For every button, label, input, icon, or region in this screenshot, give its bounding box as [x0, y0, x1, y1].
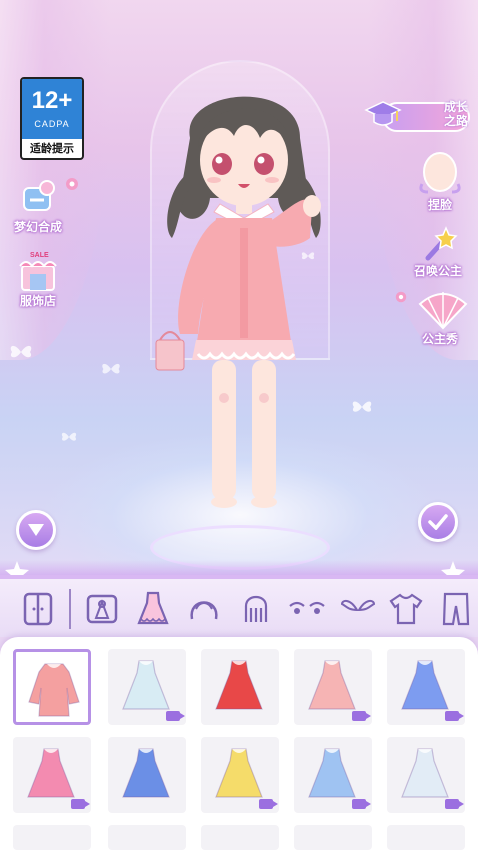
video-ad-icon	[259, 799, 278, 809]
dream-merge-icon	[14, 178, 62, 218]
girl-character	[155, 96, 321, 508]
video-ad-icon	[445, 711, 464, 721]
wardrobe-icon	[23, 592, 53, 626]
pants-icon	[442, 592, 470, 626]
dress-icon	[308, 660, 356, 710]
butterfly-icon	[10, 345, 32, 358]
triangle-down-icon	[28, 524, 44, 536]
video-ad-icon	[445, 799, 464, 809]
outfit-set-icon	[86, 594, 118, 624]
clothing-item[interactable]	[13, 825, 91, 850]
summon-princess-label: 召唤公主	[413, 264, 462, 278]
shirt-icon	[389, 593, 423, 625]
butterfly-icon	[352, 401, 372, 412]
clothing-item[interactable]	[201, 649, 279, 725]
face-edit-button[interactable]: 捏脸	[405, 150, 475, 213]
clothing-item[interactable]	[13, 649, 91, 725]
dress-icon	[137, 591, 169, 625]
item-grid-panel	[0, 637, 478, 850]
dress-icon	[122, 748, 170, 798]
summon-princess-button[interactable]: 召唤公主	[403, 226, 473, 279]
growth-label-line1: 成长	[443, 100, 468, 114]
clothing-item[interactable]	[108, 649, 186, 725]
hide-ui-button[interactable]	[16, 510, 56, 550]
dress-icon	[215, 748, 263, 798]
tab-dress[interactable]	[133, 589, 173, 629]
growth-road-button[interactable]: 成长 之路	[364, 96, 472, 136]
hair-icon	[190, 601, 218, 620]
clothing-item[interactable]	[201, 825, 279, 850]
video-ad-icon	[166, 711, 185, 721]
video-ad-icon	[352, 711, 371, 721]
clothing-item[interactable]	[294, 649, 372, 725]
butterfly-icon	[102, 363, 120, 374]
tab-back-hair[interactable]	[236, 589, 276, 629]
clothing-item[interactable]	[108, 825, 186, 850]
flower-icon	[66, 178, 78, 190]
dream-merge-button[interactable]: 梦幻合成	[3, 178, 73, 235]
dress-icon	[27, 748, 75, 798]
tab-top[interactable]	[386, 589, 426, 629]
clothing-shop-button[interactable]: SALE 服饰店	[3, 252, 73, 309]
dress-icon	[308, 748, 356, 798]
clothing-item[interactable]	[201, 737, 279, 813]
magic-wand-icon	[414, 226, 462, 262]
princess-show-label: 公主秀	[421, 332, 458, 346]
clothing-item[interactable]	[13, 737, 91, 813]
clothing-shop-icon: SALE	[14, 252, 62, 292]
graduation-cap-icon	[364, 101, 402, 126]
face-edit-icon	[416, 150, 464, 196]
tab-bottom[interactable]	[436, 589, 476, 629]
tab-divider	[69, 589, 71, 629]
category-tab-bar	[0, 575, 478, 637]
clothing-item[interactable]	[294, 737, 372, 813]
age-org: CADPA	[34, 119, 70, 129]
clothing-item[interactable]	[387, 825, 465, 850]
tab-wings[interactable]	[338, 589, 378, 629]
sale-sign: SALE	[30, 252, 49, 259]
princess-show-button[interactable]: 公主秀	[405, 290, 475, 347]
clothing-item[interactable]	[387, 649, 465, 725]
growth-label-line2: 之路	[443, 114, 468, 128]
clothing-item[interactable]	[294, 825, 372, 850]
dress-icon	[401, 660, 449, 710]
tab-hair[interactable]	[184, 589, 224, 629]
fan-icon	[416, 290, 468, 330]
coat-icon	[28, 663, 80, 717]
tab-outfit-set[interactable]	[82, 589, 122, 629]
dress-icon	[401, 748, 449, 798]
clothing-item[interactable]	[387, 737, 465, 813]
age-rating: 12+	[31, 87, 73, 114]
age-rating-badge: 12+ CADPA 适龄提示	[20, 77, 84, 160]
dress-icon	[215, 660, 263, 710]
clothing-shop-label: 服饰店	[19, 294, 56, 308]
video-ad-icon	[352, 799, 371, 809]
wings-icon	[340, 599, 376, 612]
eyes-icon	[289, 601, 325, 614]
face-edit-label: 捏脸	[427, 198, 452, 212]
butterfly-icon	[61, 432, 77, 441]
back-hair-icon	[244, 595, 268, 622]
checkmark-icon	[428, 514, 448, 530]
age-tip: 适龄提示	[30, 143, 74, 155]
video-ad-icon	[71, 799, 90, 809]
confirm-button[interactable]	[418, 502, 458, 542]
clothing-item[interactable]	[108, 737, 186, 813]
tab-eyes[interactable]	[287, 589, 327, 629]
growth-label: 成长 之路	[402, 100, 468, 128]
dream-merge-label: 梦幻合成	[13, 220, 62, 234]
tab-wardrobe[interactable]	[18, 589, 58, 629]
dress-icon	[122, 660, 170, 710]
